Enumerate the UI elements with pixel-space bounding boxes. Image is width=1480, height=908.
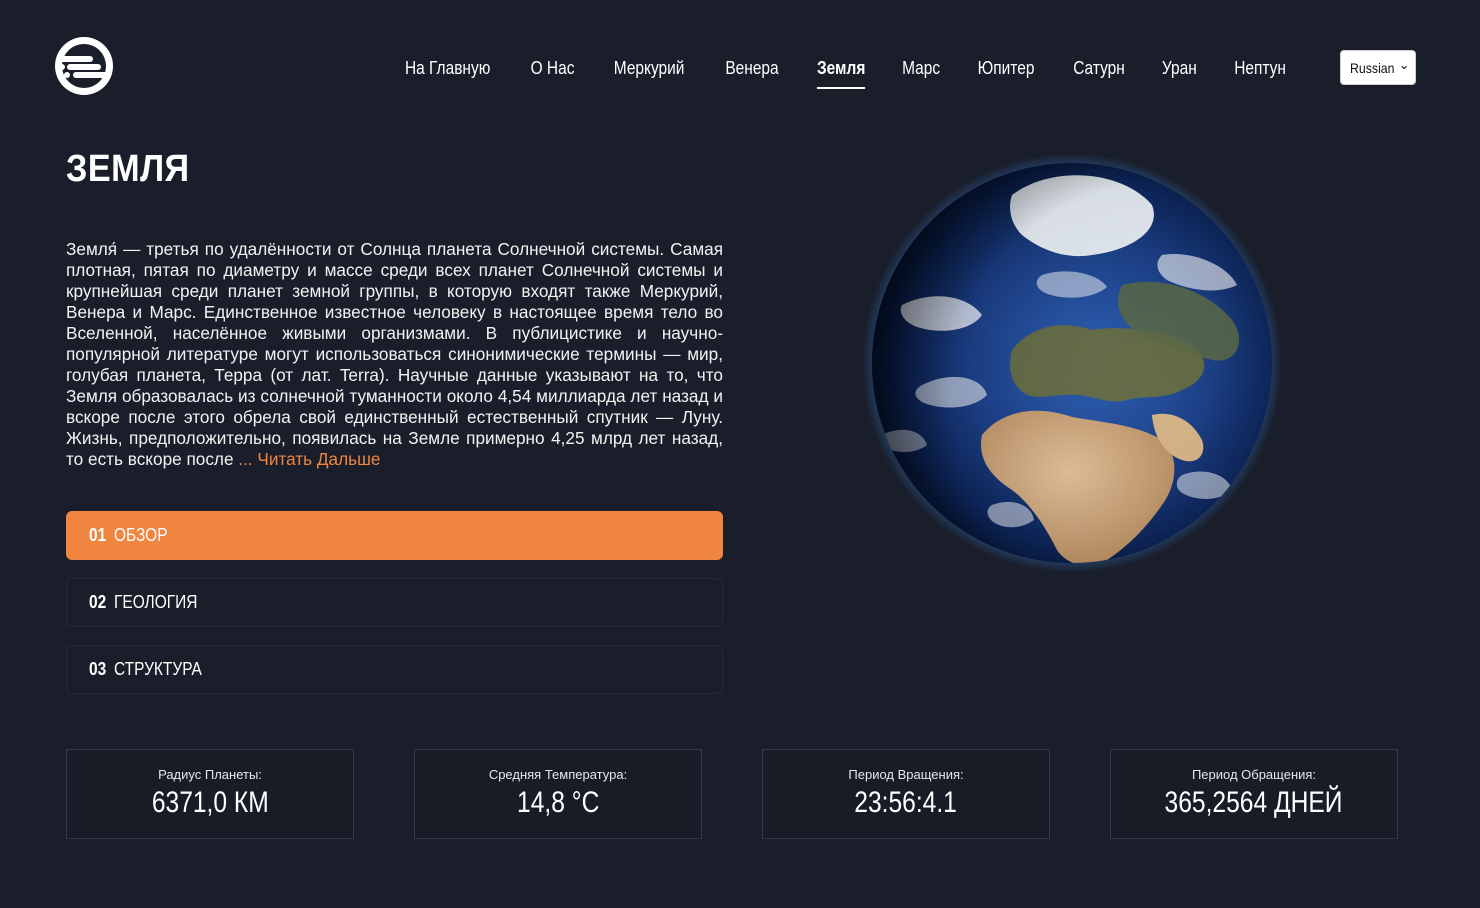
nav-item-home[interactable]: На Главную (392, 50, 503, 86)
read-more-link[interactable]: ... Читать Дальше (238, 449, 380, 469)
tab-geology-content: 02 ГЕОЛОГИЯ (89, 592, 197, 613)
site-header: На Главную О Нас Меркурий Венера Земля М… (0, 0, 1480, 135)
tab-geology[interactable]: 02 ГЕОЛОГИЯ (66, 578, 723, 627)
stat-card-rotation: Период Вращения: 23:56:4.1 (762, 749, 1050, 839)
nav-item-neptune[interactable]: Нептун (1221, 50, 1299, 86)
stat-label: Радиус Планеты: (158, 767, 262, 782)
planet-title: ЗЕМЛЯ (66, 148, 190, 190)
tab-label: СТРУКТУРА (113, 659, 202, 679)
stat-card-temperature: Средняя Температура: 14,8 °C (414, 749, 702, 839)
nav-item-saturn[interactable]: Сатурн (1061, 50, 1138, 86)
stat-value-text: 365,2564 ДНЕЙ (1165, 786, 1343, 819)
nav-item-mercury[interactable]: Меркурий (601, 50, 698, 86)
chevron-down-icon (1401, 65, 1407, 70)
tab-overview[interactable]: 01 ОБЗОР (66, 511, 723, 560)
language-select-value: Russian (1350, 59, 1395, 76)
earth-image (862, 155, 1282, 573)
stat-value: 365,2564 ДНЕЙ (1111, 786, 1397, 820)
stat-label: Период Вращения: (848, 767, 964, 782)
nav-item-jupiter[interactable]: Юпитер (965, 50, 1048, 86)
main-nav: На Главную О Нас Меркурий Венера Земля М… (383, 50, 1305, 89)
stat-label: Период Обращения: (1191, 767, 1317, 782)
nav-item-about[interactable]: О Нас (518, 50, 588, 86)
planet-description: Земля́ — третья по удалённости от Солнца… (66, 239, 723, 470)
tab-structure[interactable]: 03 СТРУКТУРА (66, 645, 723, 694)
tab-number: 01 (89, 525, 107, 545)
stat-value-text: 6371,0 КМ (151, 786, 269, 819)
tab-number: 02 (89, 592, 107, 612)
tab-label: ГЕОЛОГИЯ (113, 592, 198, 612)
nav-item-uranus[interactable]: Уран (1149, 50, 1210, 86)
tab-label: ОБЗОР (113, 525, 168, 545)
stat-value: 14,8 °C (415, 786, 701, 820)
tab-number: 03 (89, 659, 107, 679)
planet-description-text: Земля́ — третья по удалённости от Солнца… (66, 239, 723, 469)
stat-value-text: 14,8 °C (516, 786, 600, 819)
stat-value: 23:56:4.1 (763, 786, 1049, 820)
language-select[interactable]: Russian (1340, 50, 1416, 85)
planet-logo-icon[interactable] (53, 35, 115, 97)
tab-structure-content: 03 СТРУКТУРА (89, 659, 202, 680)
stat-value: 6371,0 КМ (67, 786, 353, 820)
tab-overview-content: 01 ОБЗОР (89, 525, 168, 546)
nav-item-earth[interactable]: Земля (804, 50, 878, 89)
nav-item-mars[interactable]: Марс (889, 50, 953, 86)
stat-label: Средняя Температура: (488, 767, 628, 782)
nav-item-venus[interactable]: Венера (712, 50, 791, 86)
stat-card-revolution: Период Обращения: 365,2564 ДНЕЙ (1110, 749, 1398, 839)
stat-value-text: 23:56:4.1 (854, 786, 958, 819)
stat-card-radius: Радиус Планеты: 6371,0 КМ (66, 749, 354, 839)
